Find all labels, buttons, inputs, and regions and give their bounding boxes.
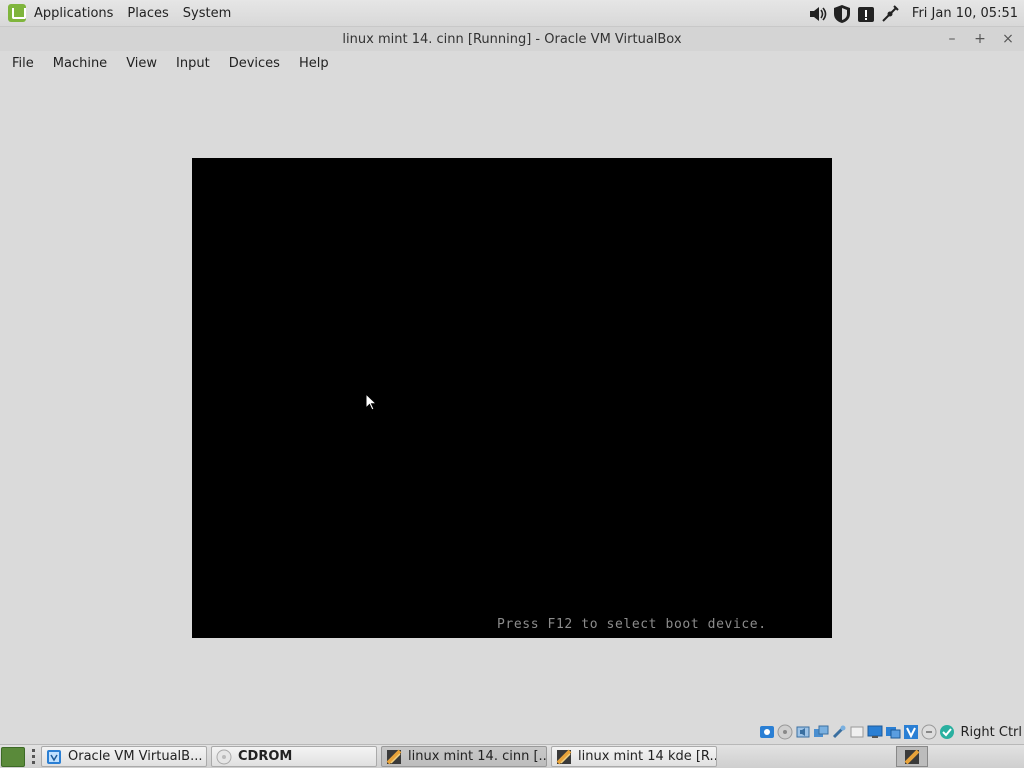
mouse-pointer-icon — [365, 393, 377, 411]
task-label: Oracle VM VirtualB... — [68, 749, 203, 764]
virtualization-icon[interactable] — [903, 724, 919, 740]
window-title: linux mint 14. cinn [Running] - Oracle V… — [342, 31, 682, 47]
vm-display[interactable]: Press F12 to select boot device. — [192, 158, 832, 638]
virtualbox-icon — [47, 749, 61, 764]
bottom-panel: Oracle VM VirtualB... CDROM linux mint 1… — [0, 744, 1024, 768]
window-controls: – + × — [946, 27, 1014, 51]
host-key-icon[interactable] — [939, 724, 955, 740]
task-cdrom[interactable]: CDROM — [211, 746, 377, 767]
workspace-switcher[interactable] — [896, 746, 928, 767]
mouse-integration-icon[interactable] — [921, 724, 937, 740]
host-key-label: Right Ctrl — [960, 724, 1023, 740]
usb-icon[interactable] — [831, 724, 847, 740]
system-tray: Fri Jan 10, 05:51 — [808, 0, 1018, 27]
task-label: linux mint 14 kde [R... — [578, 749, 717, 764]
top-menu: Applications Places System — [34, 6, 231, 21]
volume-icon[interactable] — [808, 4, 828, 24]
menubar: File Machine View Input Devices Help — [0, 51, 1024, 75]
menu-view[interactable]: View — [126, 56, 157, 71]
minimize-button[interactable]: – — [946, 31, 958, 47]
boot-message: Press F12 to select boot device. — [497, 617, 767, 632]
show-desktop-button[interactable] — [1, 746, 25, 767]
menu-input[interactable]: Input — [176, 56, 210, 71]
menu-machine[interactable]: Machine — [53, 56, 107, 71]
shared-folders-icon[interactable] — [849, 724, 865, 740]
network-adapter-icon[interactable] — [813, 724, 829, 740]
task-linux-mint-kde[interactable]: linux mint 14 kde [R... — [551, 746, 717, 767]
task-label: linux mint 14. cinn [... — [408, 749, 547, 764]
update-manager-icon[interactable] — [856, 4, 876, 24]
menu-places[interactable]: Places — [127, 6, 168, 21]
vm-statusbar: Right Ctrl — [759, 722, 1023, 742]
menu-applications[interactable]: Applications — [34, 6, 113, 21]
vm-window-icon — [386, 749, 402, 764]
audio-icon[interactable] — [795, 724, 811, 740]
menu-system[interactable]: System — [183, 6, 231, 21]
network-icon[interactable] — [880, 4, 900, 24]
vm-window-icon — [556, 749, 572, 764]
task-virtualbox-manager[interactable]: Oracle VM VirtualB... — [41, 746, 207, 767]
shield-icon[interactable] — [832, 4, 852, 24]
task-linux-mint-cinn[interactable]: linux mint 14. cinn [... — [381, 746, 547, 767]
vm-window-icon — [904, 749, 920, 764]
panel-grip-icon[interactable] — [29, 748, 37, 766]
top-panel: Applications Places System Fri Jan 10, 0… — [0, 0, 1024, 27]
video-capture-icon[interactable] — [885, 724, 901, 740]
menu-devices[interactable]: Devices — [229, 56, 280, 71]
menu-help[interactable]: Help — [299, 56, 329, 71]
mint-menu-icon[interactable] — [8, 4, 26, 22]
task-label: CDROM — [238, 749, 293, 764]
hard-disk-icon[interactable] — [759, 724, 775, 740]
menu-file[interactable]: File — [12, 56, 34, 71]
optical-drive-icon[interactable] — [777, 724, 793, 740]
maximize-button[interactable]: + — [974, 31, 986, 47]
window-titlebar[interactable]: linux mint 14. cinn [Running] - Oracle V… — [0, 27, 1024, 51]
cdrom-icon — [216, 749, 232, 764]
display-icon[interactable] — [867, 724, 883, 740]
clock[interactable]: Fri Jan 10, 05:51 — [912, 6, 1018, 21]
close-button[interactable]: × — [1002, 31, 1014, 47]
